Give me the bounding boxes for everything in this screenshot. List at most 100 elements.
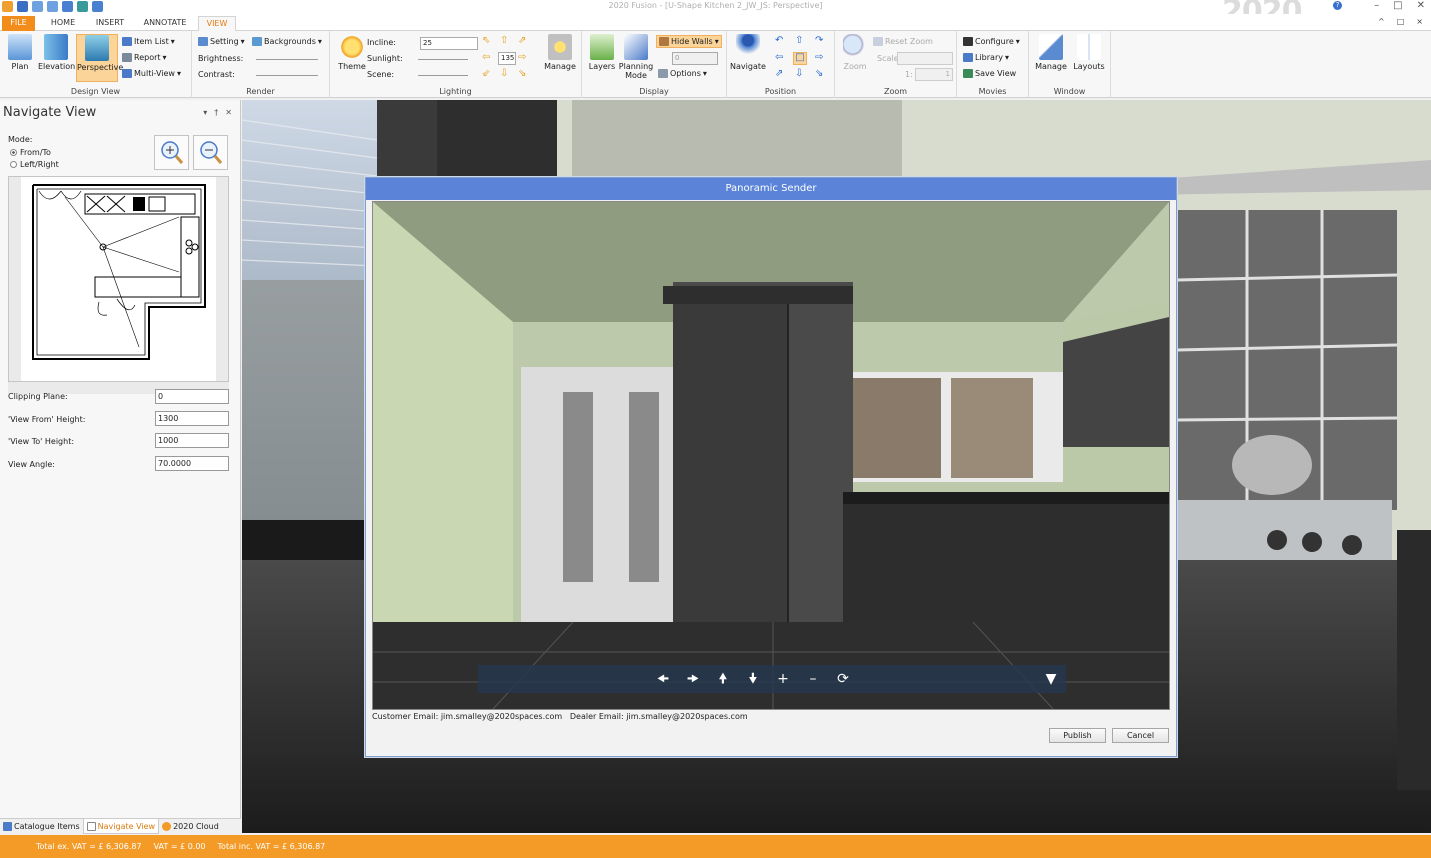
navigate-view-pane: Navigate View ▾ † ✕ Mode: From/To Left/R… [0,100,241,818]
publish-button[interactable]: Publish [1049,728,1106,743]
light-arrow-se-icon[interactable]: ⇘ [518,69,526,79]
zoom-in-icon[interactable]: + [768,665,798,693]
mode-from-to-radio[interactable]: From/To [10,148,51,157]
tab-home[interactable]: HOME [44,16,82,31]
help-icon[interactable]: ? [1333,1,1342,10]
hide-walls-button[interactable]: Hide Walls ▾ [656,35,722,48]
group-render: Setting ▾ Backgrounds ▾ Brightness: Contra… [192,31,330,98]
save-view-button[interactable]: Save View [963,69,1016,78]
configure-button[interactable]: Configure ▾ [963,37,1020,46]
panorama-preview[interactable]: 🠜 🠞 🠝 🠟 + – ⟳ ▼ [372,201,1170,710]
options-button[interactable]: Options ▾ [658,69,707,78]
pos-right-icon[interactable]: ⇨ [815,53,823,63]
zoom-button[interactable]: Zoom [837,34,873,71]
tab-catalogue-label: Catalogue Items [14,822,80,831]
plan-left-scrollbar[interactable] [9,177,21,381]
zoom-out-button[interactable] [193,135,228,170]
pan-right-icon[interactable]: 🠞 [678,665,708,693]
minimize-button[interactable]: – [1374,0,1379,11]
plan-vertical-scrollbar[interactable] [216,177,228,381]
maximize-button[interactable]: □ [1393,0,1402,11]
zoom-in-button[interactable] [154,135,189,170]
contrast-slider[interactable] [256,75,318,76]
options-label: Options [670,69,701,78]
navigate-label: Navigate [730,62,766,71]
pan-down-icon[interactable]: 🠟 [738,665,768,693]
backgrounds-icon [252,37,262,46]
plan-button[interactable]: Plan [2,34,38,71]
layouts-button[interactable]: Layouts [1071,34,1107,71]
tab-view[interactable]: VIEW [198,16,236,31]
layers-button[interactable]: Layers [584,34,620,71]
brightness-slider[interactable] [256,59,318,60]
tab-annotate[interactable]: ANNOTATE [138,16,192,31]
incline-input[interactable]: 25 [420,37,478,50]
pos-left-icon[interactable]: ⇦ [775,53,783,63]
pos-down-icon[interactable]: ⇩ [795,69,803,79]
mode-left-right-radio[interactable]: Left/Right [10,160,59,169]
refresh-icon[interactable]: ⟳ [828,665,858,693]
catalogue-icon [3,822,12,831]
backgrounds-button[interactable]: Backgrounds ▾ [252,37,322,46]
floor-plan-view[interactable] [8,176,229,382]
close-button[interactable]: ✕ [1417,0,1425,11]
pos-tilt-up-icon[interactable]: ⇗ [775,69,783,79]
light-arrow-ne-icon[interactable]: ⇗ [518,36,526,46]
library-button[interactable]: Library ▾ [963,53,1009,62]
collapse-ribbon-button[interactable]: ^ [1378,17,1385,26]
light-arrow-right-icon[interactable]: ⇨ [518,53,526,63]
setting-button[interactable]: Setting ▾ [198,37,245,46]
tab-2020-cloud[interactable]: 2020 Cloud [159,819,222,834]
restore-doc-button[interactable]: □ [1397,17,1405,26]
light-arrow-sw-icon[interactable]: ⇙ [482,69,490,79]
view-angle-input[interactable]: 70.0000 [155,456,229,471]
elevation-button[interactable]: Elevation [38,34,75,71]
tab-file[interactable]: FILE [2,16,35,31]
view-from-height-input[interactable]: 1300 [155,411,229,426]
pos-rotate-left-icon[interactable]: ↶ [775,36,783,46]
scene-slider[interactable] [418,75,468,76]
light-arrow-nw-icon[interactable]: ⇖ [482,36,490,46]
perspective-button[interactable]: Perspective [76,34,123,82]
collapse-toolbar-icon[interactable]: ▼ [1036,665,1066,693]
light-angle-input[interactable]: 135 [498,52,516,65]
view-to-height-input[interactable]: 1000 [155,433,229,448]
clipping-plane-input[interactable]: 0 [155,389,229,404]
close-doc-button[interactable]: × [1416,17,1423,26]
navigate-button[interactable]: Navigate [730,34,766,71]
ratio-input[interactable]: 1 [915,68,953,81]
theme-button[interactable]: Theme [334,34,370,71]
light-arrow-down-icon[interactable]: ⇩ [500,69,508,79]
multi-view-button[interactable]: Multi-View ▾ [122,69,181,78]
cloud-icon [162,822,172,831]
pane-pin-icon[interactable]: † [214,108,218,117]
pane-dropdown-icon[interactable]: ▾ [203,108,207,117]
pan-left-icon[interactable]: 🠜 [648,665,678,693]
tab-insert[interactable]: INSERT [88,16,132,31]
reset-zoom-button[interactable]: Reset Zoom [873,37,933,46]
options-icon [658,69,668,78]
manage-lighting-button[interactable]: Manage [542,34,578,71]
display-spin-input[interactable]: 0 [672,52,718,65]
pos-rotate-right-icon[interactable]: ↷ [815,36,823,46]
report-button[interactable]: Report ▾ [122,53,167,62]
pos-tilt-down-icon[interactable]: ⇘ [815,69,823,79]
light-arrow-left-icon[interactable]: ⇦ [482,53,490,63]
item-list-button[interactable]: Item List ▾ [122,37,175,46]
group-label-display: Display [639,87,669,96]
cancel-button[interactable]: Cancel [1112,728,1169,743]
manage-window-button[interactable]: Manage [1033,34,1069,71]
light-arrow-up-icon[interactable]: ⇧ [500,36,508,46]
tab-catalogue-items[interactable]: Catalogue Items [0,819,83,834]
tab-navigate-view[interactable]: Navigate View [82,819,160,834]
pane-close-icon[interactable]: ✕ [225,108,232,117]
mode-label: Mode: [8,135,33,144]
sunlight-slider[interactable] [418,59,468,60]
pos-center-icon[interactable]: □ [793,52,807,65]
planning-mode-button[interactable]: Planning Mode [618,34,654,80]
pan-up-icon[interactable]: 🠝 [708,665,738,693]
hide-walls-label: Hide Walls [671,37,713,46]
pos-up-icon[interactable]: ⇧ [795,36,803,46]
zoom-out-icon[interactable]: – [798,665,828,693]
scale-select[interactable] [897,52,953,65]
